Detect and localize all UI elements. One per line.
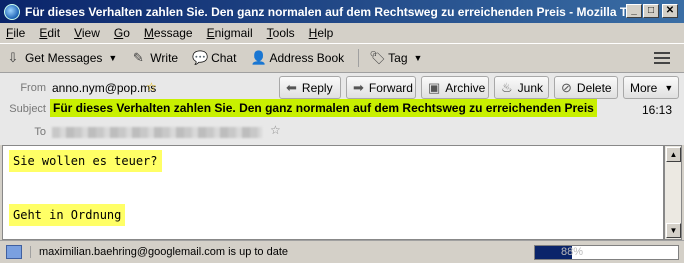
from-address[interactable]: anno.nym@pop.ms — [52, 81, 156, 95]
body-line: Geht in Ordnung — [9, 204, 126, 226]
junk-button[interactable]: ♨ Junk — [494, 76, 549, 99]
connection-icon — [6, 245, 22, 259]
tag-icon: 🏷 — [369, 50, 386, 65]
maximize-button[interactable]: □ — [643, 4, 659, 18]
person-icon: 👤 — [250, 50, 267, 65]
thunderbird-icon — [4, 3, 20, 20]
recipients-redacted — [52, 127, 262, 138]
to-label: To — [34, 126, 46, 138]
window-title: Für dieses Verhalten zahlen Sie. Den gan… — [25, 4, 636, 19]
address-book-button[interactable]: 👤 Address Book — [250, 47, 344, 69]
status-text: maximilian.baehring@googlemail.com is up… — [30, 246, 500, 258]
tag-button[interactable]: 🏷 Tag ▼ — [369, 47, 422, 69]
scroll-up-icon[interactable]: ▲ — [666, 147, 681, 162]
menu-tools[interactable]: Tools — [267, 26, 295, 40]
address-book-label: Address Book — [269, 51, 345, 65]
tag-label: Tag — [388, 51, 408, 65]
chat-icon: 💬 — [192, 50, 209, 65]
body-line: Sie wollen es teuer? — [9, 150, 162, 172]
chevron-down-icon: ▼ — [664, 82, 674, 93]
reply-button[interactable]: ⬅ Reply — [279, 76, 341, 99]
write-button[interactable]: ✎ Write — [131, 47, 178, 69]
delete-icon: ⊘ — [561, 79, 572, 95]
chat-label: Chat — [211, 51, 237, 65]
archive-label: Archive — [445, 80, 486, 95]
more-label: More — [630, 80, 658, 95]
delete-button[interactable]: ⊘ Delete — [554, 76, 618, 99]
star-icon[interactable]: ☆ — [146, 80, 157, 94]
toolbar-separator — [358, 49, 360, 67]
junk-label: Junk — [517, 80, 544, 95]
get-messages-label: Get Messages — [25, 51, 103, 65]
message-body[interactable]: Sie wollen es teuer? Geht in Ordnung — [2, 145, 664, 240]
forward-icon: ➡ — [353, 79, 364, 95]
star-icon[interactable]: ☆ — [270, 123, 281, 137]
progress-bar: 88% — [534, 245, 679, 260]
message-header: From anno.nym@pop.ms ☆ ⬅ Reply ➡ Forward… — [0, 73, 684, 145]
menu-file[interactable]: File — [6, 26, 25, 40]
reply-label: Reply — [301, 80, 333, 95]
get-messages-button[interactable]: ⇩ Get Messages ▼ — [6, 47, 118, 69]
main-toolbar: ⇩ Get Messages ▼ ✎ Write 💬 Chat 👤 Addres… — [0, 43, 684, 73]
menu-help[interactable]: Help — [309, 26, 334, 40]
menu-view[interactable]: View — [74, 26, 100, 40]
menu-message[interactable]: Message — [144, 26, 193, 40]
write-label: Write — [150, 51, 179, 65]
chat-button[interactable]: 💬 Chat — [192, 47, 236, 69]
scroll-down-icon[interactable]: ▼ — [666, 223, 681, 238]
vertical-scrollbar[interactable]: ▲ ▼ — [664, 145, 682, 240]
progress-label: 88% — [561, 246, 584, 258]
from-label: From — [20, 82, 46, 94]
archive-icon: ▣ — [428, 79, 441, 95]
minimize-button[interactable]: _ — [626, 4, 642, 18]
chevron-down-icon[interactable]: ▼ — [108, 53, 117, 63]
app-menu-icon[interactable] — [654, 52, 670, 64]
flame-icon: ♨ — [501, 79, 513, 95]
menu-bar: File Edit View Go Message Enigmail Tools… — [0, 23, 684, 43]
more-button[interactable]: More ▼ — [623, 76, 679, 99]
message-time: 16:13 — [641, 103, 672, 117]
chevron-down-icon: ▼ — [413, 53, 423, 63]
subject-label: Subject — [9, 103, 46, 115]
archive-button[interactable]: ▣ Archive — [421, 76, 489, 99]
subject-value: Für dieses Verhalten zahlen Sie. Den gan… — [50, 99, 597, 117]
status-bar: maximilian.baehring@googlemail.com is up… — [0, 240, 684, 263]
download-icon: ⇩ — [7, 50, 19, 65]
title-bar: Für dieses Verhalten zahlen Sie. Den gan… — [0, 0, 684, 23]
reply-icon: ⬅ — [286, 79, 297, 95]
pencil-icon: ✎ — [132, 50, 144, 65]
delete-label: Delete — [576, 80, 612, 95]
forward-label: Forward — [368, 80, 413, 95]
forward-button[interactable]: ➡ Forward — [346, 76, 416, 99]
menu-go[interactable]: Go — [114, 26, 130, 40]
menu-edit[interactable]: Edit — [39, 26, 60, 40]
close-button[interactable]: ✕ — [662, 4, 678, 18]
menu-enigmail[interactable]: Enigmail — [207, 26, 253, 40]
